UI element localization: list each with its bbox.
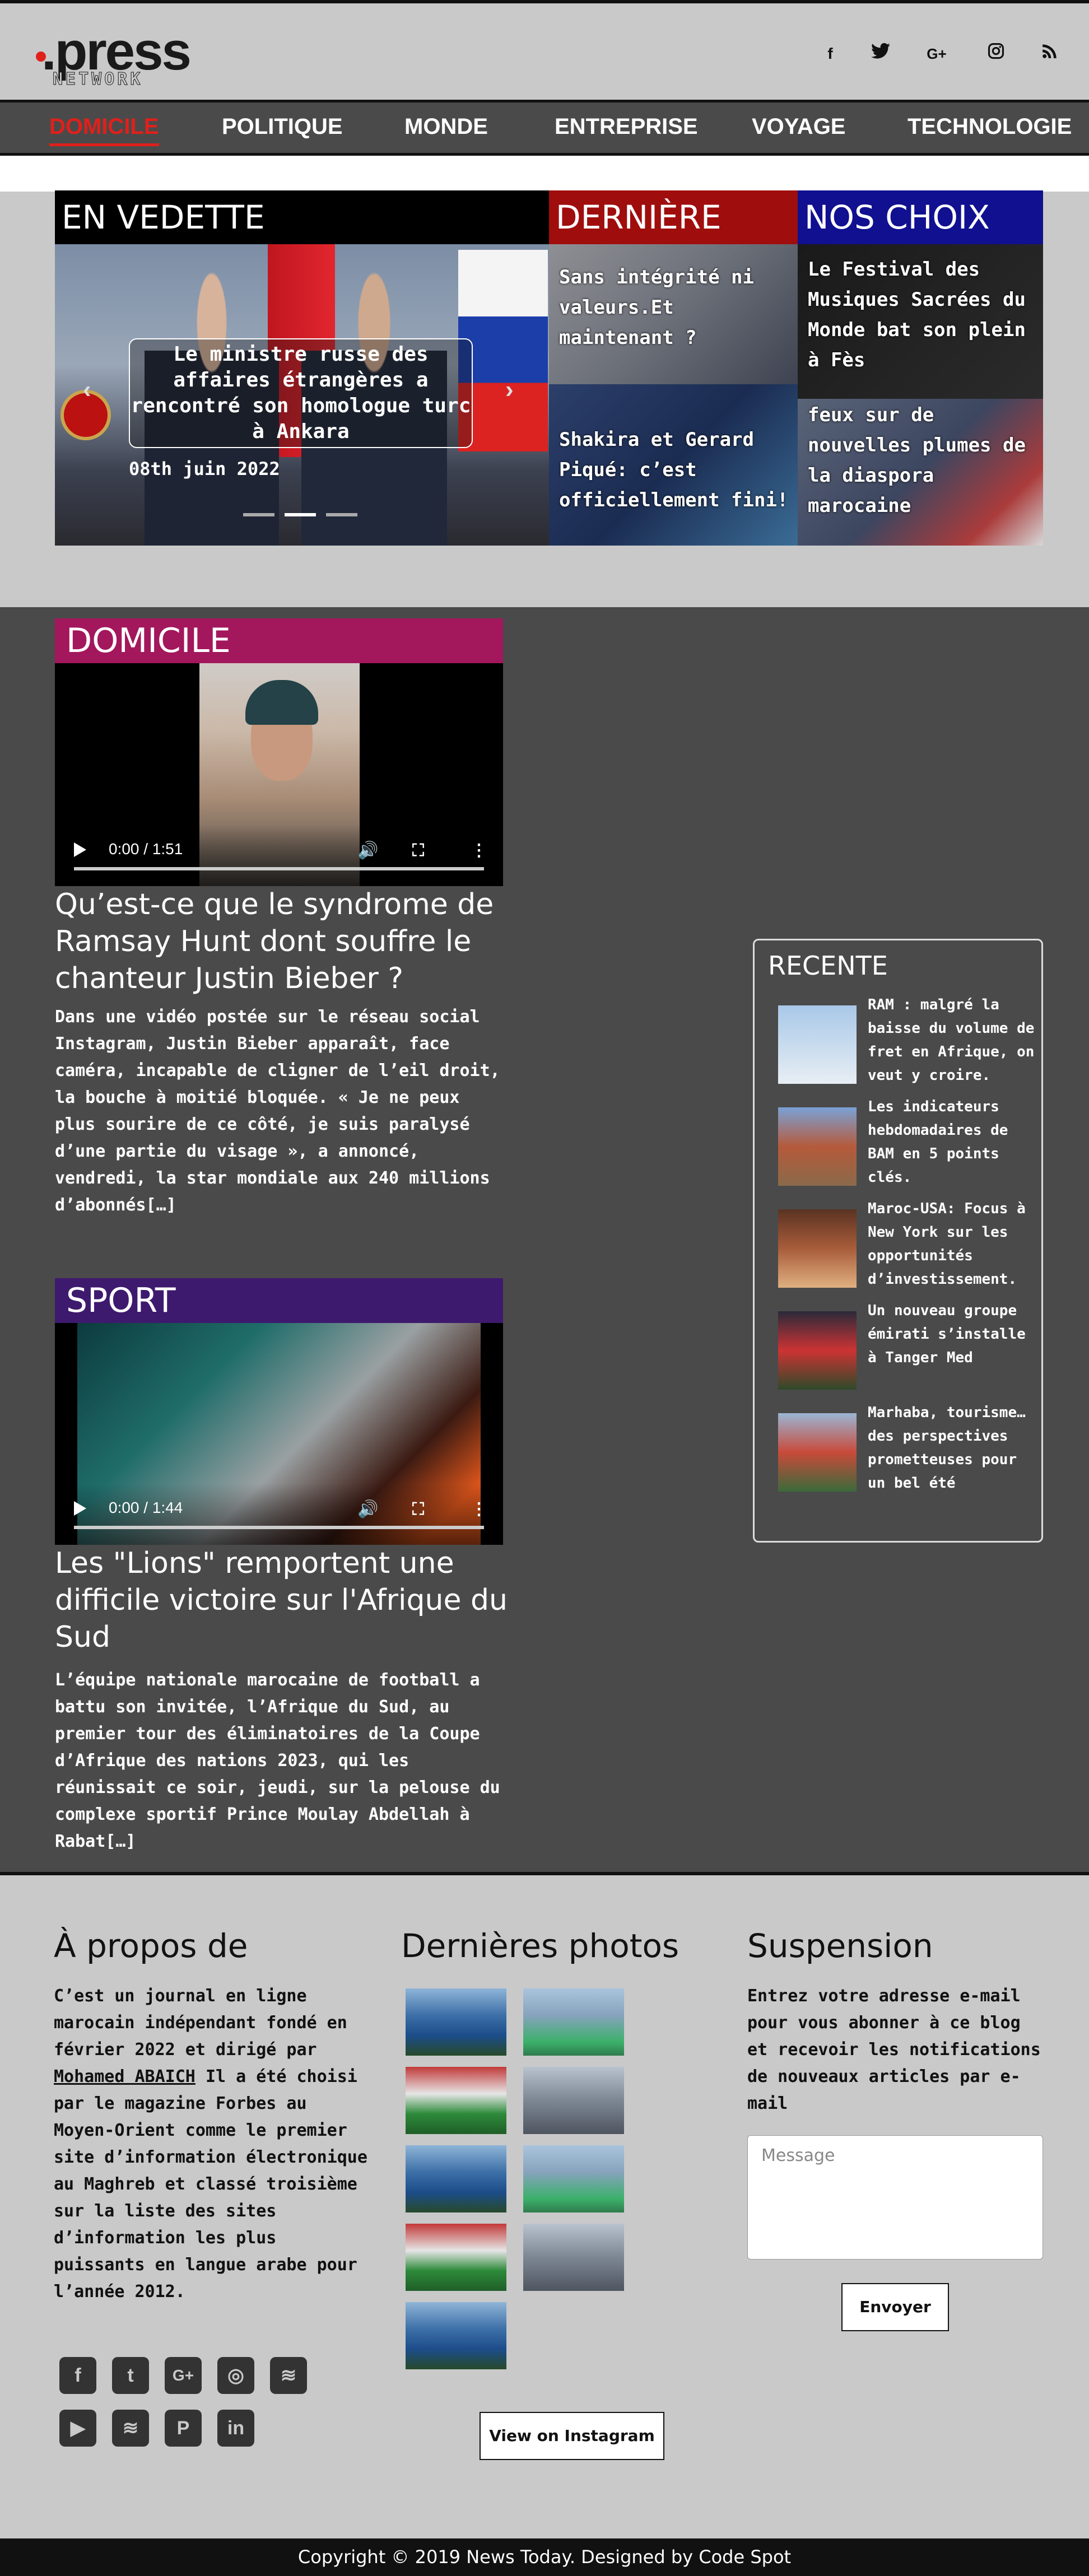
en-vedette-header: EN VEDETTE (55, 190, 549, 244)
nos-choix-item-title[interactable]: feux sur de nouvelles plumes de la diasp… (808, 400, 1032, 521)
article-excerpt: Dans une vidéo postée sur le réseau soci… (55, 1007, 500, 1215)
google-plus-icon[interactable]: G+ (165, 2357, 202, 2394)
article-title[interactable]: Qu’est-ce que le syndrome de Ramsay Hunt… (55, 886, 514, 997)
video-progress-bar[interactable] (74, 1526, 484, 1529)
nav-item-technologie[interactable]: TECHNOLOGIE (908, 113, 1072, 146)
derniere-item[interactable]: Shakira et Gerard Piqué: c’est officiell… (549, 384, 798, 546)
facebook-icon[interactable]: f (819, 43, 841, 65)
facebook-icon[interactable]: f (59, 2357, 96, 2394)
recent-thumbnail[interactable] (778, 1413, 857, 1492)
site-logo[interactable]: .press NETWORK (35, 25, 203, 92)
view-on-instagram-button[interactable]: View on Instagram (480, 2412, 664, 2460)
twitter-icon[interactable]: t (112, 2357, 149, 2394)
send-button[interactable]: Envoyer (841, 2283, 949, 2331)
rss-icon[interactable]: ≋ (270, 2357, 307, 2394)
photo-thumbnail[interactable] (523, 2145, 624, 2212)
recent-thumbnail[interactable] (778, 1209, 857, 1288)
instagram-icon[interactable]: ◎ (217, 2357, 254, 2394)
play-icon[interactable] (74, 1501, 86, 1516)
video-time: 0:00 / 1:51 (109, 840, 183, 858)
recent-item-link[interactable]: Maroc-USA: Focus à New York sur les oppo… (868, 1197, 1036, 1291)
slide-date: 08th juin 2022 (129, 458, 280, 479)
nav-item-voyage[interactable]: VOYAGE (752, 113, 845, 146)
photo-thumbnail[interactable] (406, 1988, 506, 2056)
volume-icon[interactable]: 🔊 (357, 1499, 378, 1519)
recent-thumbnail[interactable] (778, 1311, 857, 1390)
about-text-part: C’est un journal en ligne marocain indép… (54, 1986, 347, 2060)
derniere-item[interactable]: Sans intégrité ni valeurs.Et maintenant … (549, 244, 798, 384)
fullscreen-icon[interactable]: ⛶ (412, 1500, 424, 1519)
video-progress-bar[interactable] (74, 867, 484, 870)
slider-next-icon[interactable]: › (505, 376, 514, 404)
nav-item-entreprise[interactable]: ENTREPRISE (555, 113, 698, 146)
fullscreen-icon[interactable]: ⛶ (412, 841, 424, 860)
recent-item-link[interactable]: RAM : malgré la baisse du volume de fret… (868, 993, 1036, 1087)
recent-thumbnail[interactable] (778, 1005, 857, 1084)
slider-dot-active[interactable] (285, 513, 316, 516)
about-title: À propos de (54, 1927, 248, 1965)
nav-item-politique[interactable]: POLITIQUE (222, 113, 343, 146)
recent-thumbnail[interactable] (778, 1107, 857, 1186)
linkedin-icon[interactable]: in (217, 2410, 254, 2447)
photo-thumbnail[interactable] (523, 2224, 624, 2291)
nos-choix-item[interactable]: feux sur de nouvelles plumes de la diasp… (798, 399, 1043, 546)
twitter-icon[interactable] (869, 43, 892, 65)
article-title[interactable]: Les "Lions" remportent une difficile vic… (55, 1545, 514, 1656)
main-nav: DOMICILE POLITIQUE MONDE ENTREPRISE VOYA… (0, 100, 1089, 156)
nos-choix-item-title[interactable]: Le Festival des Musiques Sacrées du Mond… (808, 254, 1032, 375)
featured-slider[interactable]: ‹ › Le ministre russe des affaires étran… (55, 244, 549, 546)
logo-subtext: NETWORK (52, 69, 143, 90)
copyright-bar: Copyright © 2019 News Today. Designed by… (0, 2538, 1089, 2576)
rss-icon[interactable] (1039, 43, 1061, 65)
recent-item-link[interactable]: Les indicateurs hebdomadaires de BAM en … (868, 1095, 1036, 1189)
nos-choix-item[interactable]: Le Festival des Musiques Sacrées du Mond… (798, 244, 1043, 399)
nav-item-domicile[interactable]: DOMICILE (49, 113, 159, 146)
volume-icon[interactable]: 🔊 (357, 841, 378, 860)
photo-thumbnail[interactable] (406, 2067, 506, 2134)
instagram-icon[interactable] (985, 43, 1007, 65)
play-icon[interactable] (74, 842, 86, 857)
rss-icon[interactable]: ≋ (112, 2410, 149, 2447)
recent-title: RECENTE (768, 951, 888, 981)
nos-choix-header: NOS CHOIX (798, 190, 1043, 244)
more-options-icon[interactable]: ⋮ (471, 1499, 487, 1519)
recent-item-link[interactable]: Un nouveau groupe émirati s’installe à T… (868, 1299, 1036, 1369)
slider-prev-icon[interactable]: ‹ (83, 376, 91, 404)
recent-widget: RECENTE RAM : malgré la baisse du volume… (753, 939, 1043, 1543)
more-options-icon[interactable]: ⋮ (471, 841, 487, 860)
pinterest-icon[interactable]: P (165, 2410, 202, 2447)
site-header: .press NETWORK f G+ (0, 3, 1089, 100)
photo-thumbnail[interactable] (406, 2224, 506, 2291)
photos-title: Dernières photos (401, 1927, 680, 1965)
about-author-link[interactable]: Mohamed ABAICH (54, 2067, 196, 2086)
photo-thumbnail[interactable] (406, 2302, 506, 2369)
slider-dot[interactable] (326, 513, 357, 516)
slider-dot[interactable] (243, 513, 274, 516)
google-plus-icon[interactable]: G+ (925, 43, 948, 65)
derniere-item-title[interactable]: Sans intégrité ni valeurs.Et maintenant … (559, 262, 789, 353)
recent-item-link[interactable]: Marhaba, tourisme… des perspectives prom… (868, 1401, 1036, 1495)
video-player[interactable]: 0:00 / 1:44 🔊 ⛶ ⋮ (55, 1323, 503, 1545)
nav-spacer (0, 156, 1089, 192)
slide-caption[interactable]: Le ministre russe des affaires étrangère… (129, 338, 473, 448)
photo-thumbnail[interactable] (523, 2067, 624, 2134)
photo-thumbnail[interactable] (406, 2145, 506, 2212)
section-header-sport: SPORT (55, 1278, 503, 1323)
video-time: 0:00 / 1:44 (109, 1499, 183, 1516)
derniere-item-title[interactable]: Shakira et Gerard Piqué: c’est officiell… (559, 425, 794, 515)
about-text: C’est un journal en ligne marocain indép… (54, 1983, 373, 2305)
message-input[interactable]: Message (747, 2135, 1043, 2260)
subscribe-title: Suspension (747, 1927, 933, 1965)
about-text-part: Il a été choisi par le magazine Forbes a… (54, 2067, 367, 2302)
youtube-icon[interactable]: ▶ (59, 2410, 96, 2447)
video-player[interactable]: 0:00 / 1:51 🔊 ⛶ ⋮ (55, 663, 503, 886)
subscribe-text: Entrez votre adresse e-mail pour vous ab… (747, 1986, 1041, 2113)
article-excerpt: L’équipe nationale marocaine de football… (55, 1670, 500, 1851)
photo-thumbnail[interactable] (523, 1988, 624, 2056)
nav-item-monde[interactable]: MONDE (404, 113, 488, 146)
derniere-header: DERNIÈRE (549, 190, 798, 244)
section-header-domicile: DOMICILE (55, 618, 503, 663)
